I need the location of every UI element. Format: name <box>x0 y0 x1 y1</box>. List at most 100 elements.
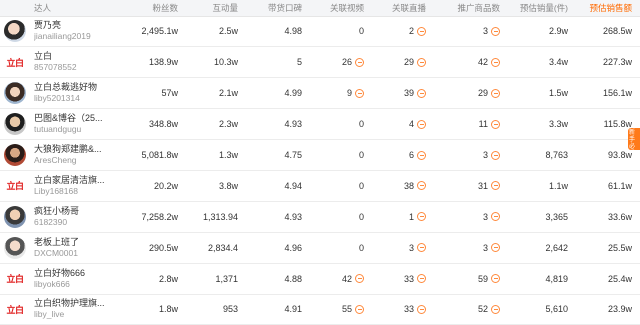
goods-count: 52 <box>477 304 488 315</box>
goods-expand-icon[interactable] <box>491 26 500 36</box>
live-cell: 6 <box>372 139 434 171</box>
goods-expand-icon[interactable] <box>491 119 500 129</box>
talent-cell[interactable]: 老板上班了 DXCM0001 <box>0 232 124 264</box>
rating-cell: 4.98 <box>246 16 310 48</box>
talent-name[interactable]: 大狼狗郑建鹏&... <box>34 144 122 155</box>
talent-name[interactable]: 疯狂小杨哥 <box>34 206 122 217</box>
goods-expand-icon[interactable] <box>491 181 500 191</box>
talent-id: tutuandgugu <box>34 124 82 135</box>
live-count: 6 <box>408 150 414 160</box>
live-expand-icon[interactable] <box>417 26 426 36</box>
table-row[interactable]: 立白 立白织物护理旗... liby_live 1.8w 953 4.91 55… <box>0 294 640 325</box>
talent-name[interactable]: 立白织物护理旗... <box>34 298 122 309</box>
talent-name[interactable]: 巴图&博谷（25... <box>34 113 122 124</box>
talent-cell[interactable]: 立白 立白好物666 libyok666 <box>0 263 124 295</box>
col-header-rating[interactable]: 带货口碑 <box>246 0 310 17</box>
live-expand-icon[interactable] <box>417 150 426 160</box>
talent-name[interactable]: 立白总裁逃好物 <box>34 82 122 93</box>
videos-cell: 0 <box>310 16 372 48</box>
talent-cell[interactable]: 大狼狗郑建鹏&... AresCheng <box>0 139 124 171</box>
avatar[interactable] <box>4 205 26 228</box>
sales-cell: 3.4w <box>508 46 576 79</box>
col-header-goods[interactable]: 推广商品数 <box>434 0 508 17</box>
avatar[interactable] <box>4 236 26 259</box>
revenue-cell: 268.5w <box>576 16 640 48</box>
talent-cell[interactable]: 立白总裁逃好物 liby5201314 <box>0 77 124 110</box>
talent-name[interactable]: 立白 <box>34 51 122 62</box>
fans-cell: 348.8w <box>124 108 186 141</box>
col-header-sales[interactable]: 预估销量(件) <box>508 0 576 17</box>
talent-cell[interactable]: 贾乃亮 jianailiang2019 <box>0 16 124 48</box>
videos-cell: 0 <box>310 201 372 233</box>
talent-name[interactable]: 老板上班了 <box>34 237 122 248</box>
live-expand-icon[interactable] <box>417 119 426 129</box>
avatar[interactable] <box>4 144 26 166</box>
videos-expand-icon[interactable] <box>355 88 364 98</box>
goods-count: 59 <box>477 273 488 284</box>
videos-cell: 0 <box>310 108 372 141</box>
table-row[interactable]: 立白 立白 857078552 138.9w 10.3w 5 26 29 42 … <box>0 46 640 79</box>
table-row[interactable]: 疯狂小杨哥 6182390 7,258.2w 1,313.94 4.93 0 1… <box>0 201 640 233</box>
goods-expand-icon[interactable] <box>491 150 500 160</box>
goods-cell: 3 <box>434 232 508 264</box>
goods-expand-icon[interactable] <box>491 304 500 314</box>
goods-expand-icon[interactable] <box>491 212 500 222</box>
table-row[interactable]: 大狼狗郑建鹏&... AresCheng 5,081.8w 1.3w 4.75 … <box>0 139 640 171</box>
col-header-revenue[interactable]: 预估销售额 <box>576 0 640 17</box>
videos-expand-icon[interactable] <box>355 57 364 67</box>
live-expand-icon[interactable] <box>417 274 426 284</box>
goods-cell: 52 <box>434 294 508 325</box>
live-expand-icon[interactable] <box>417 304 426 314</box>
talent-name[interactable]: 贾乃亮 <box>34 20 122 31</box>
goods-expand-icon[interactable] <box>491 57 500 67</box>
table-row[interactable]: 立白总裁逃好物 liby5201314 57w 2.1w 4.99 9 39 2… <box>0 77 640 110</box>
col-header-interaction[interactable]: 互动量 <box>186 0 246 17</box>
goods-expand-icon[interactable] <box>491 88 500 98</box>
live-count: 33 <box>403 304 414 315</box>
live-expand-icon[interactable] <box>417 57 426 67</box>
table-row[interactable]: 立白 立白家居清洁旗... Liby168168 20.2w 3.8w 4.94… <box>0 170 640 202</box>
avatar[interactable]: 立白 <box>4 51 26 74</box>
videos-count: 0 <box>358 242 364 253</box>
avatar[interactable] <box>4 82 26 105</box>
avatar-logo-text: 立白 <box>6 182 24 193</box>
avatar[interactable] <box>4 113 26 136</box>
talent-cell[interactable]: 立白 立白 857078552 <box>0 46 124 79</box>
newbie-guide-badge[interactable]: 新手必看 <box>628 128 640 150</box>
talent-name[interactable]: 立白好物666 <box>34 268 122 279</box>
goods-expand-icon[interactable] <box>491 274 500 284</box>
table-row[interactable]: 巴图&博谷（25... tutuandgugu 348.8w 2.3w 4.93… <box>0 108 640 141</box>
talent-name[interactable]: 立白家居清洁旗... <box>34 175 122 186</box>
talent-id: libyok666 <box>34 278 70 289</box>
avatar[interactable]: 立白 <box>4 174 26 197</box>
videos-expand-icon[interactable] <box>355 304 364 314</box>
avatar[interactable] <box>4 20 26 43</box>
live-expand-icon[interactable] <box>417 88 426 98</box>
live-count: 39 <box>403 88 414 99</box>
col-header-live[interactable]: 关联直播 <box>372 0 434 17</box>
table-row[interactable]: 贾乃亮 jianailiang2019 2,495.1w 2.5w 4.98 0… <box>0 16 640 48</box>
col-header-videos[interactable]: 关联视频 <box>310 0 372 17</box>
table-header-row: 达人 粉丝数 互动量 带货口碑 关联视频 关联直播 推广商品数 预估销量(件) … <box>0 0 640 17</box>
table-row[interactable]: 立白 立白好物666 libyok666 2.8w 1,371 4.88 42 … <box>0 263 640 295</box>
avatar[interactable]: 立白 <box>4 298 26 321</box>
table-row[interactable]: 老板上班了 DXCM0001 290.5w 2,834.4 4.96 0 3 3… <box>0 232 640 264</box>
talent-cell[interactable]: 疯狂小杨哥 6182390 <box>0 201 124 233</box>
live-expand-icon[interactable] <box>417 181 426 191</box>
rating-cell: 4.91 <box>246 294 310 325</box>
live-cell: 38 <box>372 170 434 202</box>
talent-cell[interactable]: 立白 立白家居清洁旗... Liby168168 <box>0 170 124 202</box>
live-cell: 33 <box>372 294 434 325</box>
live-expand-icon[interactable] <box>417 243 426 253</box>
rating-cell: 4.93 <box>246 108 310 141</box>
talent-cell[interactable]: 立白 立白织物护理旗... liby_live <box>0 294 124 325</box>
talent-cell[interactable]: 巴图&博谷（25... tutuandgugu <box>0 108 124 141</box>
revenue-cell: 156.1w <box>576 77 640 110</box>
col-header-fans[interactable]: 粉丝数 <box>124 0 186 17</box>
goods-expand-icon[interactable] <box>491 243 500 253</box>
revenue-cell: 227.3w <box>576 46 640 79</box>
live-expand-icon[interactable] <box>417 212 426 222</box>
avatar[interactable]: 立白 <box>4 267 26 290</box>
goods-count: 42 <box>477 57 488 68</box>
videos-expand-icon[interactable] <box>355 274 364 284</box>
